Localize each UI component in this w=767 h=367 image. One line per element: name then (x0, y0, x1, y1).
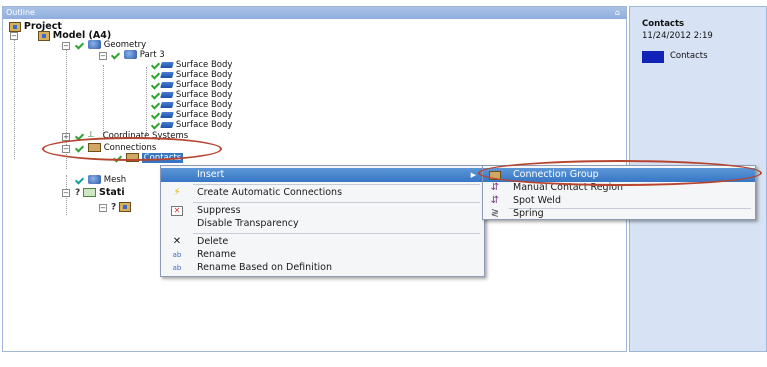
question-icon: ? (111, 202, 117, 213)
detail-timestamp: 11/24/2012 2:19 (642, 31, 713, 41)
check-icon (111, 51, 121, 59)
surface-body-icon (160, 121, 174, 128)
annotation-ellipse (478, 160, 762, 186)
menu-label: Suppress (197, 205, 241, 216)
outline-title: Outline (6, 8, 35, 17)
menu-item-rename-based-on-definition[interactable]: ab Rename Based on Definition (161, 261, 484, 275)
menu-label: Delete (197, 236, 229, 247)
menu-label: Rename (197, 249, 236, 260)
tree-label: Surface Body (175, 60, 233, 70)
surface-body-icon (160, 81, 174, 88)
detail-title: Contacts (642, 19, 685, 29)
tree-label: Surface Body (175, 90, 233, 100)
tree-label: Surface Body (175, 120, 233, 130)
spring-icon: ≷ (490, 208, 500, 219)
check-icon (75, 41, 85, 49)
collapse-toggle[interactable]: − (62, 42, 70, 50)
collapse-toggle[interactable]: − (10, 32, 18, 40)
spot-weld-icon: ⇵ (490, 195, 500, 206)
x-icon: ✕ (172, 236, 182, 247)
menu-separator (193, 184, 480, 185)
surface-body-icon (160, 91, 174, 98)
setup-icon (119, 202, 132, 212)
menu-separator (193, 202, 480, 203)
suppress-icon: ✕ (171, 206, 183, 216)
menu-item-insert[interactable]: Insert ▶ (161, 168, 484, 182)
contact-region-icon: ⇵ (490, 182, 500, 193)
tree-guide-line (14, 29, 15, 159)
tree-label: Surface Body (175, 110, 233, 120)
tree-label: Stati (98, 187, 125, 198)
legend-label: Contacts (670, 51, 708, 61)
rename-icon: ab (172, 251, 182, 259)
menu-item-spot-weld[interactable]: ⇵ Spot Weld (483, 194, 755, 208)
model-icon (37, 30, 50, 41)
outline-header: Outline ⌂ (3, 7, 626, 19)
collapse-toggle[interactable]: − (62, 189, 70, 197)
project-icon (9, 21, 21, 32)
tree-node-static[interactable]: ? Stati (75, 187, 125, 198)
menu-item-disable-transparency[interactable]: Disable Transparency (161, 217, 484, 231)
tree-node-mesh[interactable]: Mesh (75, 175, 126, 186)
legend-swatch (642, 51, 664, 63)
tree-guide-line (103, 65, 104, 137)
menu-item-delete[interactable]: ✕ Delete (161, 235, 484, 249)
lightning-icon: ⚡ (173, 187, 181, 198)
menu-label: Spot Weld (513, 195, 561, 206)
submenu-arrow-icon: ▶ (470, 171, 476, 179)
menu-separator (193, 233, 480, 234)
menu-item-spring[interactable]: ≷ Spring (483, 207, 755, 221)
pin-icon[interactable]: ⌂ (615, 7, 620, 19)
tree-label: Surface Body (175, 70, 233, 80)
surface-body-icon (160, 111, 174, 118)
menu-item-create-automatic-connections[interactable]: ⚡ Create Automatic Connections (161, 186, 484, 200)
menu-label: Rename Based on Definition (197, 262, 333, 273)
geometry-icon (87, 40, 101, 49)
question-icon: ? (75, 188, 81, 198)
menu-label: Insert (197, 169, 225, 180)
check-icon (75, 176, 85, 184)
menu-label: Create Automatic Connections (197, 187, 343, 198)
tree-node-surface-body[interactable]: Surface Body (151, 120, 232, 131)
tree-node-child[interactable]: ? (111, 202, 132, 213)
tree-label: Part 3 (139, 50, 165, 60)
menu-label: Spring (513, 208, 544, 219)
tree-label: Surface Body (175, 80, 233, 90)
context-menu: Insert ▶ ⚡ Create Automatic Connections … (160, 165, 485, 277)
part-icon (123, 50, 137, 59)
tree-label: Geometry (103, 40, 147, 50)
mesh-icon (87, 175, 101, 184)
tree-guide-line (146, 67, 147, 135)
rename-icon: ab (172, 264, 182, 272)
surface-body-icon (160, 61, 174, 68)
annotation-ellipse (42, 137, 222, 161)
tree-label: Surface Body (175, 100, 233, 110)
tree-label: Mesh (103, 175, 127, 185)
collapse-toggle[interactable]: − (99, 52, 107, 60)
surface-body-icon (160, 71, 174, 78)
menu-item-rename[interactable]: ab Rename (161, 248, 484, 262)
menu-label: Disable Transparency (197, 218, 299, 229)
surface-body-icon (160, 101, 174, 108)
menu-item-suppress[interactable]: ✕ Suppress (161, 204, 484, 218)
collapse-toggle[interactable]: − (99, 204, 107, 212)
analysis-icon (83, 188, 97, 197)
